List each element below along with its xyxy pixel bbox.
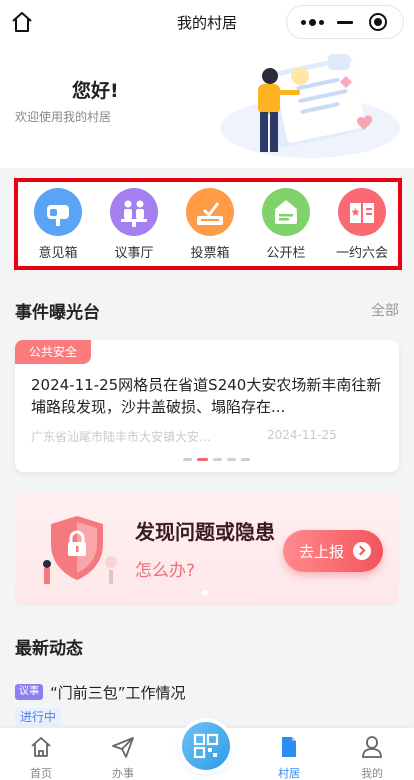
event-card[interactable]: 公共安全 2024-11-25网格员在省道S240大安农场新丰南往新埔路段发现，… bbox=[15, 340, 399, 472]
tab-home[interactable]: 首页 bbox=[11, 734, 71, 780]
tab-label: 首页 bbox=[30, 767, 52, 780]
report-button-label: 去上报 bbox=[299, 543, 345, 561]
event-description: 2024-11-25网格员在省道S240大安农场新丰南往新埔路段发现，沙井盖破损… bbox=[31, 376, 382, 416]
greeting-header: 您好! 欢迎使用我的村居 bbox=[0, 44, 414, 168]
woman-with-documents-illustration bbox=[220, 54, 400, 158]
meeting-icon bbox=[110, 188, 158, 236]
security-shield-icon bbox=[43, 516, 117, 584]
event-date: 2024-11-25 bbox=[267, 428, 337, 442]
quick-action-label: 投票箱 bbox=[190, 246, 230, 261]
quick-action-meeting-hall[interactable]: 议事厅 bbox=[100, 188, 168, 261]
home-icon bbox=[31, 737, 51, 757]
news-status-badge: 进行中 bbox=[15, 708, 62, 726]
book-icon bbox=[338, 188, 386, 236]
banner-pager-dot bbox=[202, 590, 208, 596]
pager-dot bbox=[183, 458, 192, 461]
quick-action-opinion-box[interactable]: 意见箱 bbox=[24, 188, 92, 261]
navigation-bar: 我的村居 bbox=[0, 0, 414, 44]
tab-mine[interactable]: 我的 bbox=[342, 734, 402, 780]
news-item-title[interactable]: “门前三包”工作情况 bbox=[50, 682, 186, 703]
tab-label: 村居 bbox=[278, 767, 300, 780]
mini-program-capsule bbox=[286, 5, 404, 39]
greeting-text: 您好! bbox=[72, 80, 119, 102]
report-button[interactable]: 去上报 bbox=[283, 530, 383, 572]
arrow-right-icon bbox=[353, 542, 371, 560]
banner-subtitle: 怎么办? bbox=[135, 561, 196, 581]
bookmark-icon bbox=[282, 737, 296, 757]
scan-qr-button[interactable] bbox=[182, 722, 230, 770]
quick-action-label: 议事厅 bbox=[114, 246, 154, 261]
events-section-title: 事件曝光台 bbox=[15, 303, 100, 323]
more-icon[interactable] bbox=[301, 19, 324, 26]
bulletin-board-icon bbox=[262, 188, 310, 236]
send-icon bbox=[112, 737, 134, 758]
tab-label: 我的 bbox=[361, 767, 383, 780]
report-issue-banner[interactable]: 发现问题或隐患 怎么办? 去上报 bbox=[15, 492, 399, 606]
event-location: 广东省汕尾市陆丰市大安镇大安... bbox=[31, 430, 211, 444]
quick-action-label: 公开栏 bbox=[266, 246, 306, 261]
news-category-badge: 议事 bbox=[15, 684, 43, 700]
pager-dot-active bbox=[197, 458, 208, 461]
minimize-icon[interactable] bbox=[337, 21, 353, 24]
news-section-title: 最新动态 bbox=[15, 639, 83, 659]
pager-dot bbox=[241, 458, 250, 461]
ballot-box-icon bbox=[186, 188, 234, 236]
carousel-pager bbox=[183, 458, 250, 461]
user-icon bbox=[362, 736, 382, 758]
tab-label: 办事 bbox=[112, 767, 134, 780]
welcome-text: 欢迎使用我的村居 bbox=[15, 110, 112, 124]
events-view-all-link[interactable]: 全部 bbox=[371, 300, 399, 320]
tab-village[interactable]: 村居 bbox=[259, 734, 319, 780]
banner-title: 发现问题或隐患 bbox=[135, 520, 275, 544]
qr-code-icon bbox=[193, 733, 219, 759]
quick-action-one-pact-six-councils[interactable]: 一约六会 bbox=[328, 188, 396, 261]
tab-services[interactable]: 办事 bbox=[93, 734, 153, 780]
event-category-tag: 公共安全 bbox=[15, 340, 92, 364]
pager-dot bbox=[213, 458, 222, 461]
quick-actions-row: 意见箱 议事厅 投票箱 公开栏 一约六会 bbox=[14, 178, 402, 270]
quick-action-ballot-box[interactable]: 投票箱 bbox=[176, 188, 244, 261]
close-target-icon[interactable] bbox=[369, 13, 387, 31]
quick-action-label: 一约六会 bbox=[335, 246, 388, 261]
pager-dot bbox=[227, 458, 236, 461]
quick-action-label: 意见箱 bbox=[38, 246, 78, 261]
quick-action-bulletin-board[interactable]: 公开栏 bbox=[252, 188, 320, 261]
mailbox-icon bbox=[34, 188, 82, 236]
